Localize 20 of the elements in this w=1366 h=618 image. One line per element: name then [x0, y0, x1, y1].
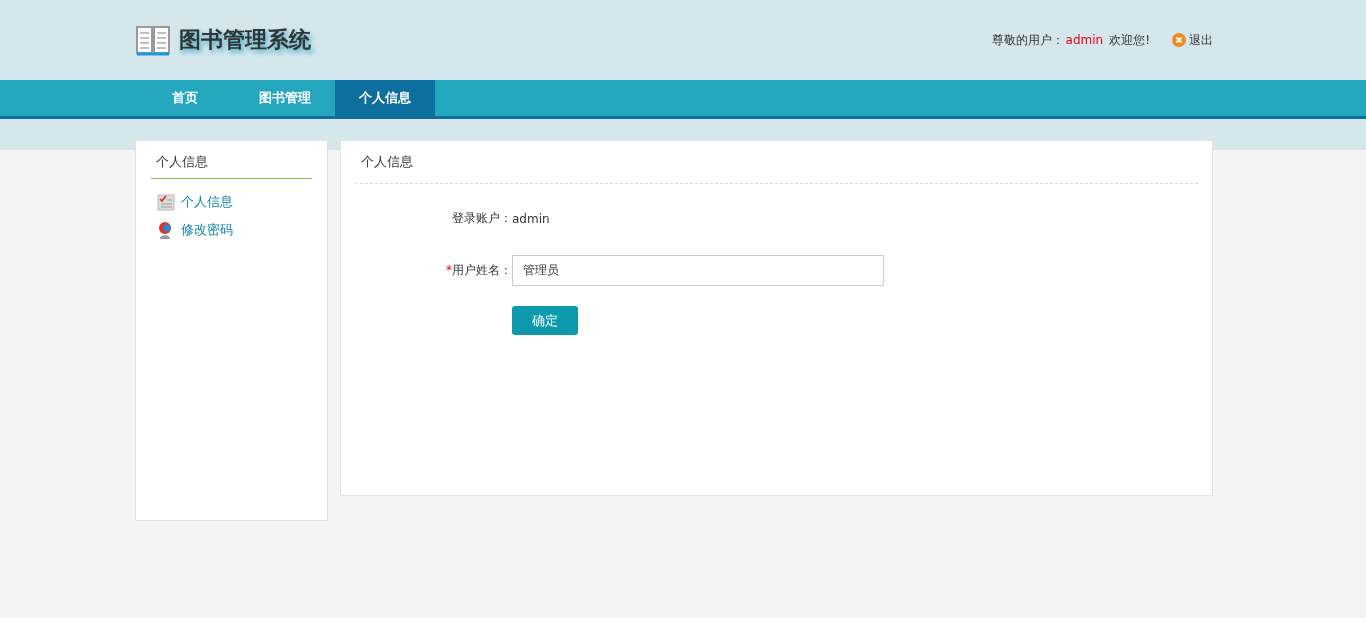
name-input[interactable]: 管理员	[512, 255, 884, 286]
account-label: 登录账户：	[451, 210, 512, 227]
checklist-icon	[157, 193, 175, 211]
welcome-text: 欢迎您!	[1109, 31, 1150, 49]
sidebar-link[interactable]: 个人信息	[151, 193, 312, 211]
greeting-text: 尊敬的用户：	[991, 31, 1064, 49]
nav-tab[interactable]: 首页	[135, 80, 235, 116]
app-title: 图书管理系统	[179, 26, 311, 54]
panel-title: 个人信息	[355, 141, 1198, 184]
name-label: *用户姓名：	[445, 262, 512, 279]
confirm-button[interactable]: 确定	[512, 306, 578, 335]
account-value: admin	[512, 211, 550, 226]
sidebar-title: 个人信息	[151, 141, 312, 179]
sidebar-link[interactable]: 修改密码	[151, 221, 312, 239]
nav-tab[interactable]: 图书管理	[235, 80, 335, 116]
nav-tab[interactable]: 个人信息	[335, 80, 435, 116]
close-icon	[1172, 33, 1186, 47]
username-text: admin	[1065, 33, 1104, 47]
book-icon	[135, 23, 171, 57]
logout-link[interactable]: 退出	[1172, 31, 1213, 49]
